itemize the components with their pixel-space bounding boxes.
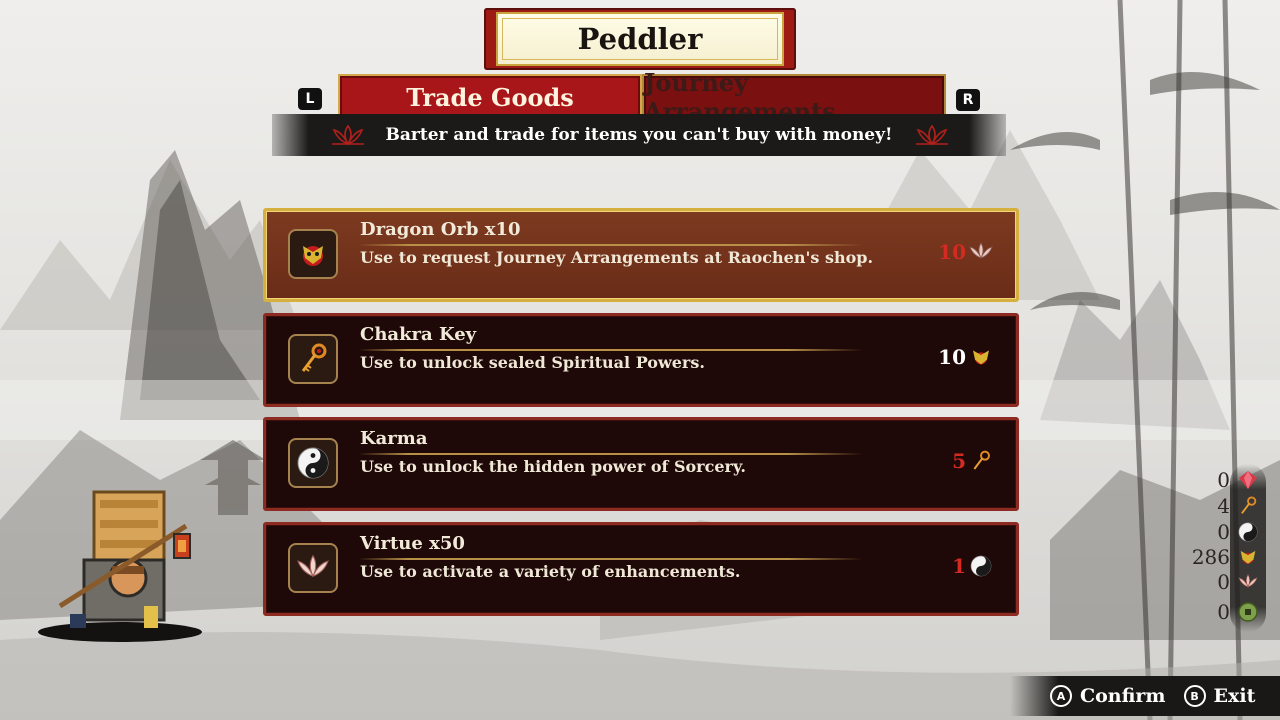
inventory-count: 0 bbox=[1217, 520, 1230, 544]
trade-item-karma[interactable]: Karma Use to unlock the hidden power of … bbox=[263, 417, 1019, 511]
chakra-key-icon bbox=[1236, 494, 1260, 518]
tab-label: Trade Goods bbox=[406, 82, 574, 112]
subtitle-bar: Barter and trade for items you can't buy… bbox=[272, 114, 1006, 156]
red-gem-icon bbox=[1236, 468, 1260, 492]
subtitle-text: Barter and trade for items you can't buy… bbox=[385, 125, 893, 145]
item-cost: 1 bbox=[952, 553, 994, 579]
karma-yin-yang-icon bbox=[968, 553, 994, 579]
cost-value: 10 bbox=[938, 240, 966, 264]
inventory-count: 4 bbox=[1217, 494, 1230, 518]
title-banner: Peddler bbox=[484, 8, 796, 70]
page-title: Peddler bbox=[577, 22, 703, 56]
item-name: Chakra Key bbox=[360, 324, 477, 345]
confirm-label[interactable]: Confirm bbox=[1080, 685, 1166, 707]
cost-value: 1 bbox=[952, 554, 966, 578]
peddler-character-sprite bbox=[38, 490, 202, 642]
inventory-count: 0 bbox=[1217, 468, 1230, 492]
inventory-row: 0 bbox=[1190, 600, 1260, 624]
inventory-count: 0 bbox=[1217, 600, 1230, 624]
inventory-row: 286 bbox=[1190, 545, 1260, 569]
b-button-icon[interactable]: B bbox=[1183, 685, 1206, 707]
item-divider bbox=[358, 453, 863, 455]
item-description: Use to unlock the hidden power of Sorcer… bbox=[360, 457, 746, 476]
dragon-orb-icon bbox=[1236, 545, 1260, 569]
karma-yin-yang-icon bbox=[288, 438, 338, 488]
cost-value: 5 bbox=[952, 449, 966, 473]
item-divider bbox=[358, 244, 863, 246]
inventory-count: 286 bbox=[1191, 545, 1230, 569]
dragon-orb-icon bbox=[288, 229, 338, 279]
item-divider bbox=[358, 558, 863, 560]
item-description: Use to activate a variety of enhancement… bbox=[360, 562, 741, 581]
item-cost: 10 bbox=[938, 344, 994, 370]
footer-controls: A Confirm B Exit bbox=[1010, 676, 1280, 716]
item-cost: 5 bbox=[952, 448, 994, 474]
chakra-key-icon bbox=[288, 334, 338, 384]
dragon-orb-icon bbox=[968, 344, 994, 370]
item-divider bbox=[358, 349, 863, 351]
inventory-count: 0 bbox=[1217, 570, 1230, 594]
virtue-lotus-icon bbox=[968, 239, 994, 265]
lotus-ornament-icon bbox=[332, 124, 364, 146]
trade-item-dragon-orb[interactable]: Dragon Orb x10 Use to request Journey Ar… bbox=[263, 208, 1019, 302]
item-name: Karma bbox=[360, 428, 428, 449]
virtue-lotus-icon bbox=[1236, 570, 1260, 594]
cost-value: 10 bbox=[938, 345, 966, 369]
trade-item-virtue[interactable]: Virtue x50 Use to activate a variety of … bbox=[263, 522, 1019, 616]
exit-label[interactable]: Exit bbox=[1214, 685, 1256, 707]
virtue-lotus-icon bbox=[288, 543, 338, 593]
trade-item-chakra-key[interactable]: Chakra Key Use to unlock sealed Spiritua… bbox=[263, 313, 1019, 407]
lotus-ornament-icon bbox=[916, 124, 948, 146]
item-name: Virtue x50 bbox=[360, 533, 465, 554]
item-cost: 10 bbox=[938, 239, 994, 265]
a-button-icon[interactable]: A bbox=[1050, 685, 1072, 707]
item-description: Use to unlock sealed Spiritual Powers. bbox=[360, 353, 705, 372]
item-description: Use to request Journey Arrangements at R… bbox=[360, 248, 874, 267]
item-name: Dragon Orb x10 bbox=[360, 219, 521, 240]
chakra-key-icon bbox=[968, 448, 994, 474]
inventory-row: 0 bbox=[1190, 520, 1260, 544]
inventory-row: 4 bbox=[1190, 494, 1260, 518]
inventory-row: 0 bbox=[1190, 468, 1260, 492]
tab-right-key[interactable]: R bbox=[956, 89, 980, 111]
green-coin-icon bbox=[1236, 600, 1260, 624]
inventory-row: 0 bbox=[1190, 570, 1260, 594]
tab-left-key[interactable]: L bbox=[298, 88, 322, 110]
karma-yin-yang-icon bbox=[1236, 520, 1260, 544]
